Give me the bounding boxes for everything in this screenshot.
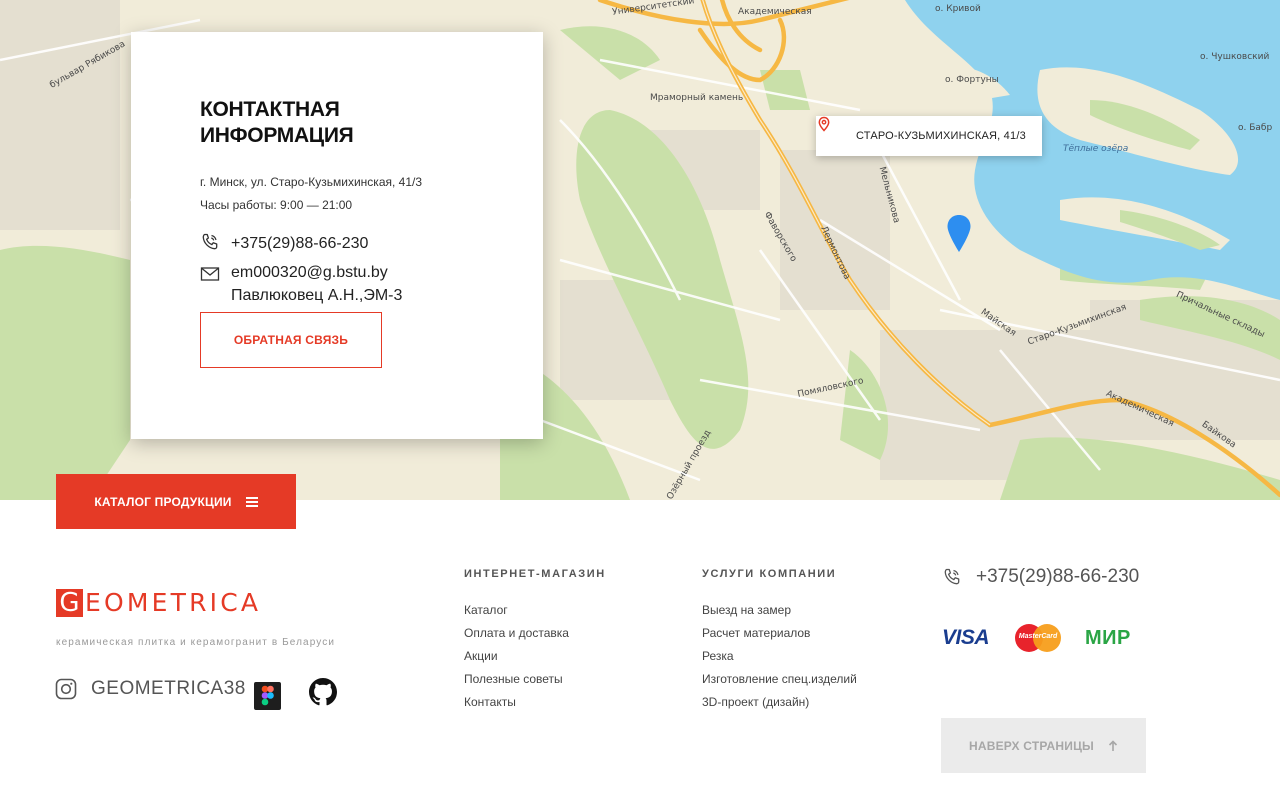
footer-phone[interactable]: +375(29)88-66-230 [976, 566, 1139, 588]
footer-link-catalog[interactable]: Каталог [464, 599, 606, 622]
phone-icon [200, 232, 220, 252]
instagram-icon [55, 678, 77, 700]
map-label: о. Кривой [935, 4, 981, 14]
footer-link-custom[interactable]: Изготовление спец.изделий [702, 668, 857, 691]
map-label: о. Чушковский [1200, 52, 1270, 62]
contact-email-row: em000320@g.bstu.by Павлюковец А.Н.,ЭМ-3 [200, 261, 402, 307]
footer-link-3d[interactable]: 3D-проект (дизайн) [702, 691, 857, 714]
shop-column: ИНТЕРНЕТ-МАГАЗИН Каталог Оплата и достав… [464, 568, 606, 714]
logo-letter: G [56, 589, 83, 617]
tagline: керамическая плитка и керамогранит в Бел… [56, 637, 336, 648]
back-to-top-button[interactable]: НАВЕРХ СТРАНИЦЫ [941, 718, 1146, 773]
map-label: о. Бабр [1238, 123, 1273, 133]
footer-link-contacts[interactable]: Контакты [464, 691, 606, 714]
contact-address: г. Минск, ул. Старо-Кузьмихинская, 41/3 [200, 175, 423, 189]
map-label: о. Фортуны [945, 75, 999, 85]
instagram-link[interactable]: GEOMETRICA38 [55, 678, 246, 700]
catalog-button[interactable]: КАТАЛОГ ПРОДУКЦИИ [56, 474, 296, 529]
map-address-card[interactable]: СТАРО-КУЗЬМИХИНСКАЯ, 41/3 [816, 116, 1042, 156]
phone-icon [942, 567, 962, 587]
contact-phone-row[interactable]: +375(29)88-66-230 [200, 232, 368, 255]
feedback-button[interactable]: ОБРАТНАЯ СВЯЗЬ [200, 312, 382, 368]
mir-logo: МИР [1085, 626, 1131, 649]
map-label: Академическая [738, 7, 812, 17]
mastercard-label: MasterCard [1018, 633, 1058, 640]
mail-icon [200, 264, 220, 284]
contact-title: КОНТАКТНАЯ ИНФОРМАЦИЯ [200, 98, 354, 147]
services-column: УСЛУГИ КОМПАНИИ Выезд на замер Расчет ма… [702, 568, 857, 714]
footer-link-calc[interactable]: Расчет материалов [702, 622, 857, 645]
map-label: Тёплые озёра [1063, 144, 1129, 154]
footer-link-promotions[interactable]: Акции [464, 645, 606, 668]
page: о. Кривой о. Чушковский о. Фортуны о. Ба… [0, 0, 1280, 803]
arrow-up-icon [1108, 739, 1118, 752]
contact-phone[interactable]: +375(29)88-66-230 [231, 232, 368, 255]
logo[interactable]: G EOMETRICA [56, 589, 261, 617]
contact-hours: Часы работы: 9:00 — 21:00 [200, 198, 353, 212]
menu-icon [245, 496, 258, 507]
back-to-top-label: НАВЕРХ СТРАНИЦЫ [968, 738, 1094, 753]
contact-email[interactable]: em000320@g.bstu.by [231, 261, 402, 284]
figma-icon[interactable] [254, 682, 281, 710]
footer-link-payment[interactable]: Оплата и доставка [464, 622, 606, 645]
footer-link-cutting[interactable]: Резка [702, 645, 857, 668]
services-heading: УСЛУГИ КОМПАНИИ [702, 568, 837, 580]
contact-person: Павлюковец А.Н.,ЭМ-3 [231, 287, 403, 304]
mastercard-logo: MasterCard [1015, 624, 1062, 652]
footer-link-tips[interactable]: Полезные советы [464, 668, 606, 691]
contact-card: КОНТАКТНАЯ ИНФОРМАЦИЯ г. Минск, ул. Стар… [131, 32, 543, 439]
location-pin-icon [818, 116, 848, 144]
instagram-handle: GEOMETRICA38 [91, 678, 246, 699]
footer-phone-row[interactable]: +375(29)88-66-230 [942, 566, 1139, 588]
payment-methods: VISA MasterCard МИР [942, 624, 1131, 652]
map-marker-icon[interactable] [946, 214, 972, 254]
catalog-button-label: КАТАЛОГ ПРОДУКЦИИ [94, 494, 232, 509]
map-address-label: СТАРО-КУЗЬМИХИНСКАЯ, 41/3 [856, 130, 1026, 142]
github-icon[interactable] [309, 678, 337, 706]
map-label: Мраморный камень [650, 93, 744, 103]
logo-text: EOMETRICA [85, 588, 262, 617]
shop-heading: ИНТЕРНЕТ-МАГАЗИН [464, 568, 606, 580]
visa-logo: VISA [942, 626, 990, 649]
footer-link-measure[interactable]: Выезд на замер [702, 599, 857, 622]
